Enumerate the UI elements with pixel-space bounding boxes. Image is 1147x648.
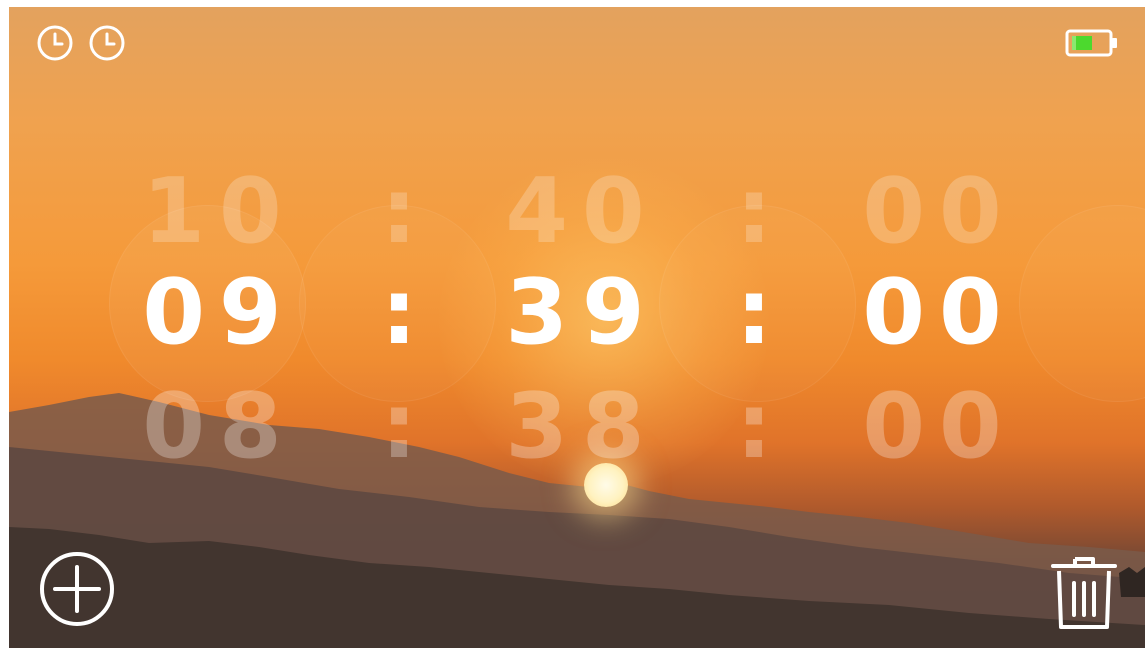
- trash-icon[interactable]: [1049, 553, 1119, 633]
- prev-minutes[interactable]: 40: [492, 162, 672, 262]
- prev-seconds[interactable]: 00: [849, 162, 1029, 262]
- separator: :: [381, 260, 417, 365]
- next-seconds[interactable]: 00: [849, 377, 1029, 477]
- clock-icon[interactable]: [35, 23, 75, 63]
- plus-circle-icon[interactable]: [39, 551, 115, 627]
- clock-screen: 10 : 40 : 00 09 : 39 : 00 08 : 38 : 00: [9, 7, 1145, 648]
- current-minutes[interactable]: 39: [492, 263, 672, 363]
- separator: :: [736, 159, 772, 264]
- current-seconds[interactable]: 00: [849, 263, 1029, 363]
- next-hours[interactable]: 08: [129, 377, 309, 477]
- separator: :: [736, 374, 772, 479]
- separator: :: [381, 159, 417, 264]
- time-row-current[interactable]: 09 : 39 : 00: [9, 263, 1145, 363]
- current-hours[interactable]: 09: [129, 263, 309, 363]
- battery-icon: [1065, 29, 1117, 57]
- separator: :: [381, 374, 417, 479]
- clock-icon[interactable]: [87, 23, 127, 63]
- time-row-previous[interactable]: 10 : 40 : 00: [9, 162, 1145, 262]
- prev-hours[interactable]: 10: [129, 162, 309, 262]
- status-icons: [35, 23, 127, 63]
- next-minutes[interactable]: 38: [492, 377, 672, 477]
- separator: :: [736, 260, 772, 365]
- time-row-next[interactable]: 08 : 38 : 00: [9, 377, 1145, 477]
